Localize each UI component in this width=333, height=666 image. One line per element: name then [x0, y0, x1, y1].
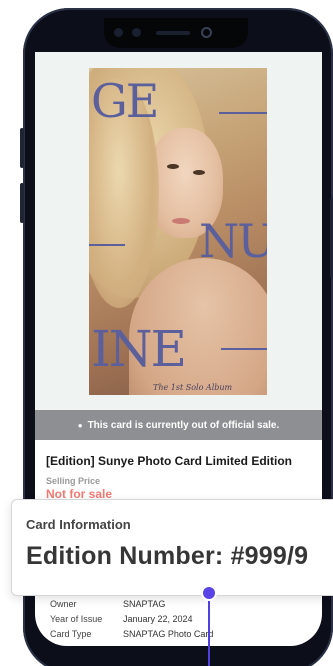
detail-value: SNAPTAG Photo Card — [123, 628, 214, 639]
album-caption: The 1st Solo Album — [153, 383, 233, 392]
detail-value: January 22, 2024 — [123, 613, 193, 624]
card-details-list: Owner SNAPTAG Year of Issue January 22, … — [50, 596, 310, 641]
photo-card-image[interactable]: GE NU INE The 1st Solo Album — [89, 68, 267, 395]
detail-row-year: Year of Issue January 22, 2024 — [50, 611, 310, 626]
sale-status-text: This card is currently out of official s… — [87, 419, 280, 431]
lips-shape — [172, 218, 190, 224]
speaker-grille — [156, 31, 190, 35]
front-camera-icon — [201, 27, 212, 38]
detail-value: SNAPTAG — [123, 598, 166, 609]
card-info-label: Card Information — [26, 517, 131, 532]
artwork-letters: INE — [91, 320, 187, 378]
sensor-dot — [114, 28, 123, 37]
artwork-letters: GE — [91, 74, 159, 128]
detail-row-card-type: Card Type SNAPTAG Photo Card — [50, 626, 310, 641]
callout-pointer-line — [208, 593, 210, 666]
side-button — [20, 183, 24, 223]
dot-icon: ● — [77, 420, 83, 430]
selling-price-label: Selling Price — [46, 476, 101, 486]
card-info-callout: Card Information Edition Number: #999/9 — [11, 499, 333, 596]
edition-number-value: Edition Number: #999/9 — [26, 542, 309, 570]
side-button — [20, 128, 24, 168]
detail-key: Card Type — [50, 628, 92, 639]
eye-shape — [167, 164, 179, 169]
phone-notch — [104, 18, 248, 48]
artwork-line — [221, 348, 267, 350]
detail-row-owner: Owner SNAPTAG — [50, 596, 310, 611]
detail-key: Year of Issue — [50, 613, 103, 624]
artwork-letters: NU — [199, 214, 267, 268]
sale-status-banner: ● This card is currently out of official… — [35, 410, 322, 440]
artwork-line — [219, 112, 267, 114]
card-title: [Edition] Sunye Photo Card Limited Editi… — [46, 454, 292, 468]
detail-key: Owner — [50, 598, 77, 609]
callout-pointer-dot — [201, 585, 217, 601]
eye-shape — [193, 170, 205, 175]
sensor-dot — [132, 28, 141, 37]
artwork-line — [89, 244, 125, 246]
photo-area: GE NU INE The 1st Solo Album — [35, 52, 322, 410]
